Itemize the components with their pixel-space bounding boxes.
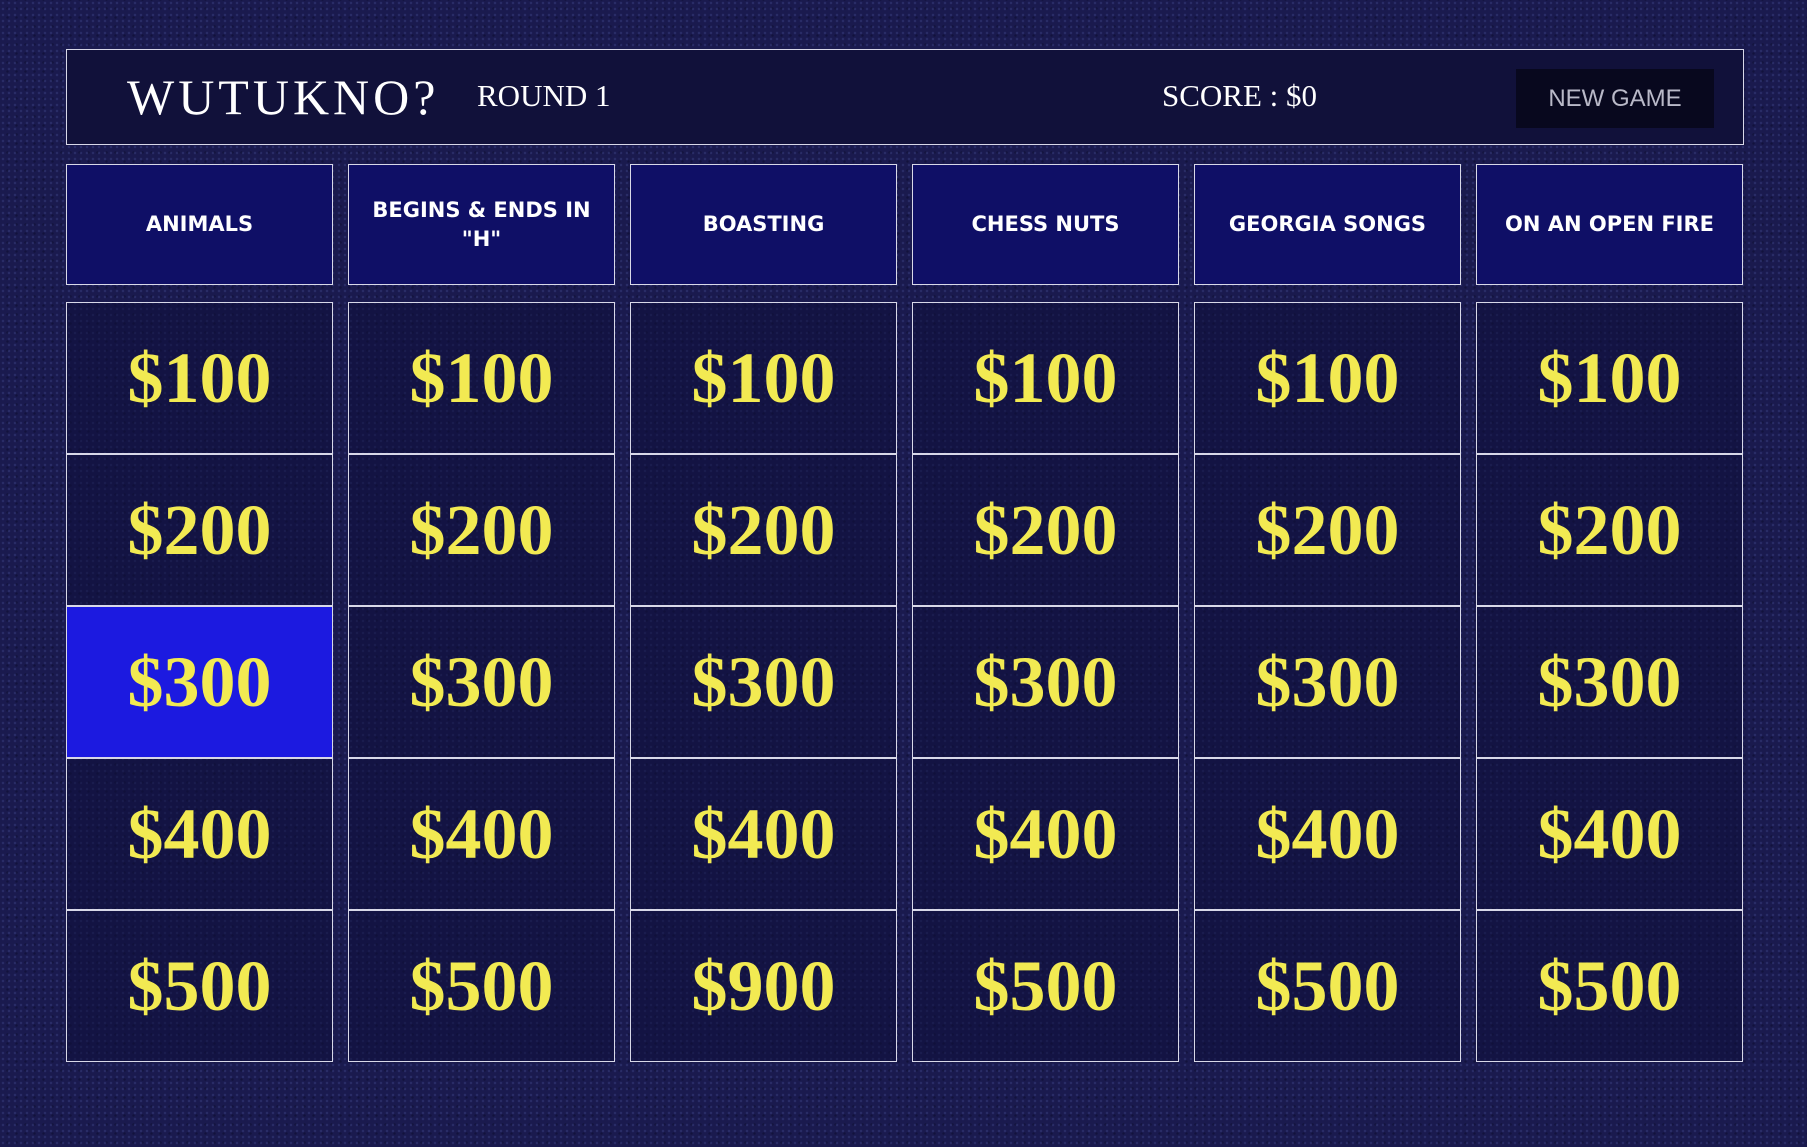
clue-tile[interactable]: $100 xyxy=(1194,302,1461,454)
clue-tile[interactable]: $300 xyxy=(348,606,615,758)
score-display: SCORE : $0 xyxy=(1162,78,1318,113)
clue-tile[interactable]: $200 xyxy=(66,454,333,606)
clue-tile[interactable]: $400 xyxy=(66,758,333,910)
clue-tile[interactable]: $100 xyxy=(348,302,615,454)
clue-tile[interactable]: $300 xyxy=(912,606,1179,758)
clue-tile[interactable]: $100 xyxy=(66,302,333,454)
clue-tile[interactable]: $400 xyxy=(630,758,897,910)
category-header: BOASTING xyxy=(630,164,897,285)
clue-tile[interactable]: $100 xyxy=(912,302,1179,454)
clue-tile[interactable]: $500 xyxy=(1476,910,1743,1062)
category-header: CHESS NUTS xyxy=(912,164,1179,285)
game-title: WUTUKNO? xyxy=(127,69,440,125)
clue-tile[interactable]: $200 xyxy=(1194,454,1461,606)
category-header: GEORGIA SONGS xyxy=(1194,164,1461,285)
clue-tile[interactable]: $300 xyxy=(1194,606,1461,758)
clue-tile[interactable]: $400 xyxy=(348,758,615,910)
clue-tile[interactable]: $500 xyxy=(1194,910,1461,1062)
category-header: ON AN OPEN FIRE xyxy=(1476,164,1743,285)
clue-tile[interactable]: $300 xyxy=(66,606,333,758)
category-header: BEGINS & ENDS IN "H" xyxy=(348,164,615,285)
clue-tile[interactable]: $200 xyxy=(348,454,615,606)
clue-tile[interactable]: $200 xyxy=(912,454,1179,606)
clue-tile[interactable]: $100 xyxy=(630,302,897,454)
new-game-button[interactable]: NEW GAME xyxy=(1516,69,1714,128)
clue-tile[interactable]: $300 xyxy=(1476,606,1743,758)
clue-tile[interactable]: $400 xyxy=(1476,758,1743,910)
clue-tile[interactable]: $100 xyxy=(1476,302,1743,454)
clue-tile[interactable]: $200 xyxy=(1476,454,1743,606)
clue-tile[interactable]: $200 xyxy=(630,454,897,606)
round-indicator: ROUND 1 xyxy=(477,78,611,113)
category-header: ANIMALS xyxy=(66,164,333,285)
clue-tile[interactable]: $900 xyxy=(630,910,897,1062)
clue-tile[interactable]: $500 xyxy=(348,910,615,1062)
clue-tile[interactable]: $400 xyxy=(912,758,1179,910)
clue-tile[interactable]: $500 xyxy=(912,910,1179,1062)
clue-tile[interactable]: $400 xyxy=(1194,758,1461,910)
clue-tile[interactable]: $300 xyxy=(630,606,897,758)
game-header: WUTUKNO? ROUND 1 SCORE : $0 NEW GAME xyxy=(66,49,1744,145)
clue-tile[interactable]: $500 xyxy=(66,910,333,1062)
